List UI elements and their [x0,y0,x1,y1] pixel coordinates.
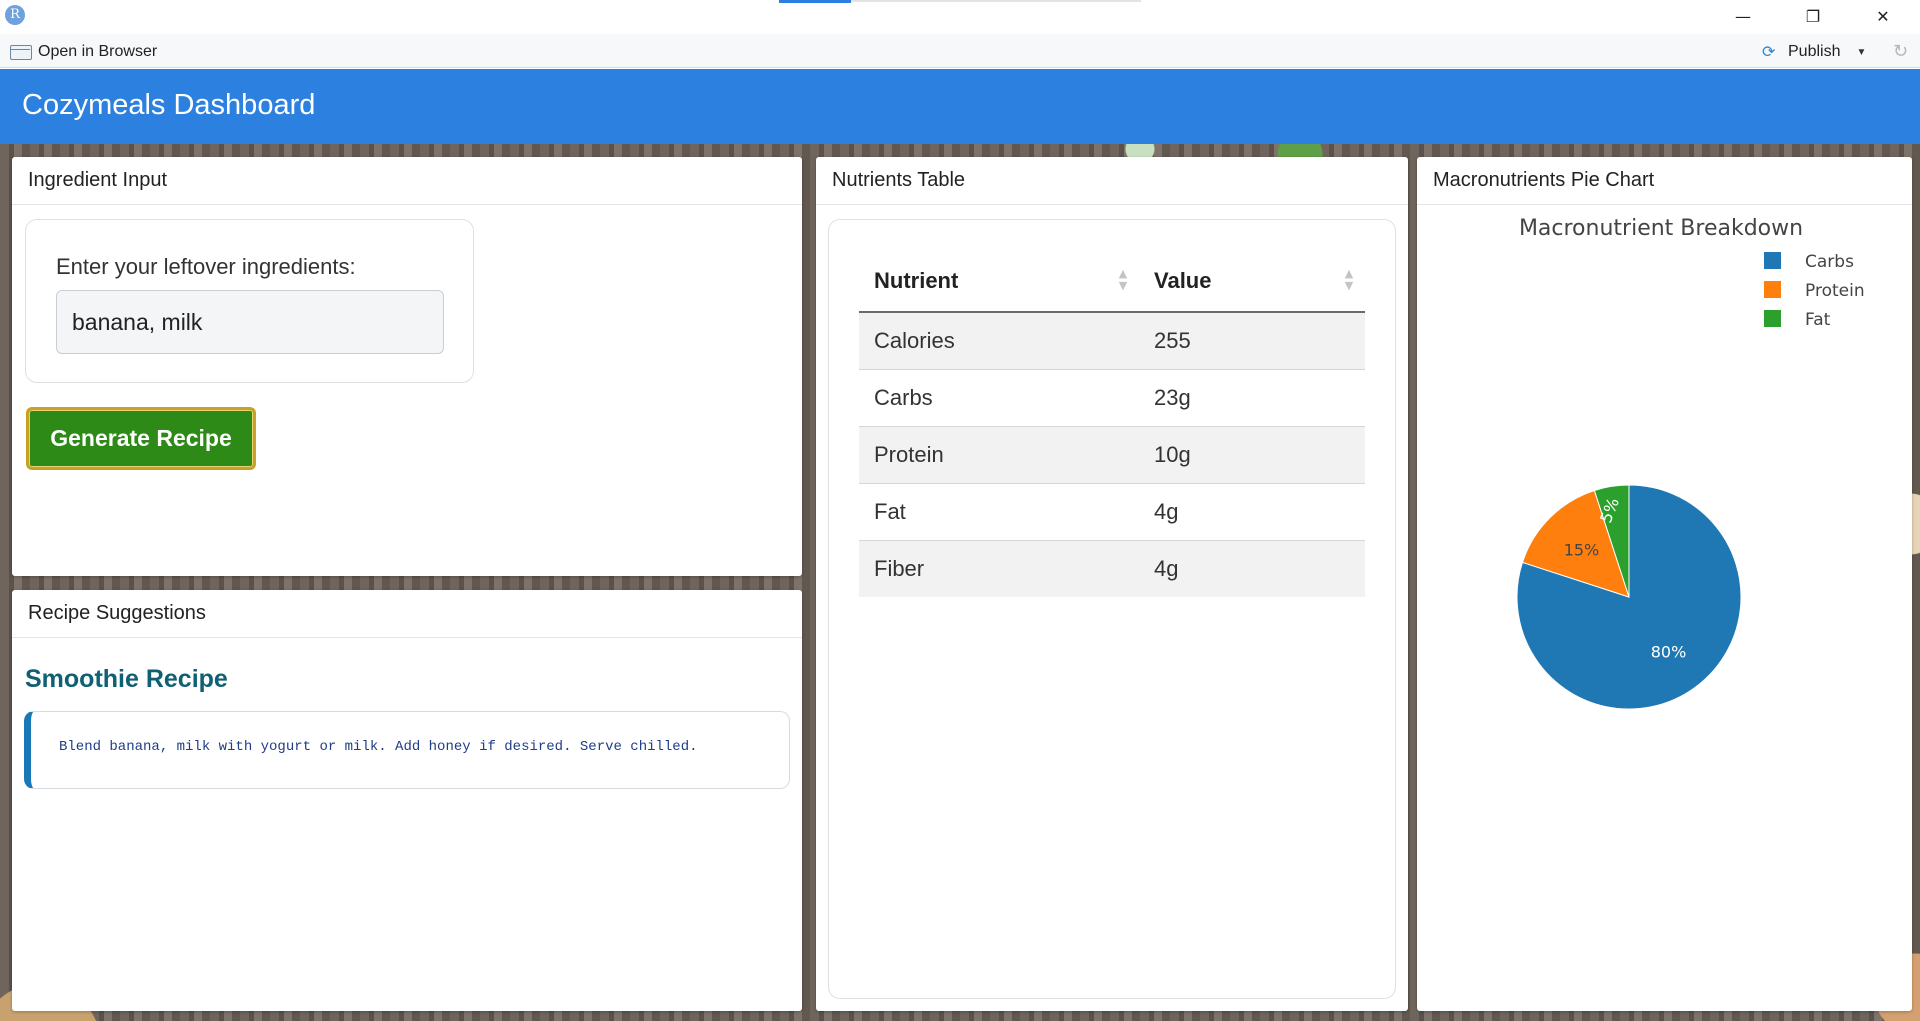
app-header: Cozymeals Dashboard [0,69,1920,144]
minimize-icon[interactable]: — [1718,2,1768,32]
close-icon[interactable]: ✕ [1858,2,1908,32]
ingredient-input-well: Enter your leftover ingredients: [25,219,474,383]
table-cell: 23g [1139,369,1365,427]
open-in-browser-label: Open in Browser [38,43,158,60]
slice-label-carbs: 80% [1651,642,1687,661]
table-cell: Calories [859,312,1139,370]
legend-swatch-carbs[interactable] [1764,252,1781,269]
recipe-text-box: Blend banana, milk with yogurt or milk. … [24,711,790,789]
table-cell: 4g [1139,483,1365,541]
table-cell: Protein [859,426,1139,484]
sort-icon[interactable]: ▲ ▼ [1117,268,1129,294]
nutrients-table-well: Nutrient ▲ ▼ Value ▲ ▼ Calories 255 Carbs … [828,219,1396,999]
legend-label-fat[interactable]: Fat [1805,310,1831,330]
table-row: Fat 4g [859,483,1365,541]
macronutrient-pie-chart: Macronutrient Breakdown CarbsProteinFat … [1516,216,1865,710]
slice-label-protein: 15% [1564,540,1600,559]
table-cell: 10g [1139,426,1365,484]
chevron-down-icon[interactable]: ▼ [1856,47,1866,58]
table-cell: 4g [1139,540,1365,597]
r-app-icon: R [5,5,25,25]
table-cell: Fiber [859,540,1139,597]
generate-recipe-button[interactable]: Generate Recipe [26,407,256,470]
browser-icon [10,44,32,60]
macronutrients-chart-card: Macronutrients Pie Chart Macronutrient B… [1417,157,1912,1011]
column-header-value[interactable]: Value ▲ ▼ [1139,250,1365,313]
open-in-browser-button[interactable]: Open in Browser [10,43,157,61]
legend-label-protein[interactable]: Protein [1805,281,1865,301]
publish-button[interactable]: ⟳ Publish ▼ [1762,43,1866,61]
active-tab-indicator[interactable] [779,0,851,3]
table-row: Calories 255 [859,312,1365,370]
recipe-instructions: Blend banana, milk with yogurt or milk. … [59,739,698,755]
table-row: Protein 10g [859,426,1365,484]
column-header-label: Nutrient [874,267,959,293]
table-row: Fiber 4g [859,540,1365,597]
ingredient-input-card-title: Ingredient Input [12,157,802,205]
publish-icon: ⟳ [1762,42,1776,61]
pie-slices [1516,484,1742,710]
nutrients-table: Nutrient ▲ ▼ Value ▲ ▼ Calories 255 Carbs … [859,250,1365,597]
macronutrients-chart-card-title: Macronutrients Pie Chart [1417,157,1912,205]
chart-legend: Carbs Protein Fat [1764,252,1865,330]
column-header-nutrient[interactable]: Nutrient ▲ ▼ [859,250,1139,313]
table-header-row: Nutrient ▲ ▼ Value ▲ ▼ [859,250,1365,313]
recipe-suggestions-card: Recipe Suggestions Smoothie Recipe Blend… [12,590,802,1011]
legend-label-carbs[interactable]: Carbs [1805,252,1854,272]
table-cell: Carbs [859,369,1139,427]
ingredient-input-card: Ingredient Input Enter your leftover ing… [12,157,802,576]
legend-swatch-fat[interactable] [1764,310,1781,327]
nutrients-table-card: Nutrients Table Nutrient ▲ ▼ Value ▲ ▼ Cal… [816,157,1408,1011]
column-header-label: Value [1154,267,1212,293]
ingredients-input[interactable] [56,290,444,354]
recipe-suggestions-card-title: Recipe Suggestions [12,590,802,638]
legend-swatch-protein[interactable] [1764,281,1781,298]
window-titlebar: R — ❐ ✕ [0,0,1920,34]
sort-icon[interactable]: ▲ ▼ [1343,268,1355,294]
nutrients-table-card-title: Nutrients Table [816,157,1408,205]
restore-icon[interactable]: ❐ [1788,2,1838,32]
table-row: Carbs 23g [859,369,1365,427]
viewer-toolbar: Open in Browser ⟳ Publish ▼ ↻ [0,34,1920,68]
tab-strip [851,0,1141,2]
dashboard-title: Cozymeals Dashboard [22,89,316,121]
table-cell: 255 [1139,312,1365,370]
ingredients-label: Enter your leftover ingredients: [56,254,356,279]
table-cell: Fat [859,483,1139,541]
refresh-icon[interactable]: ↻ [1893,42,1913,62]
chart-title: Macronutrient Breakdown [1519,216,1803,241]
publish-label: Publish [1788,43,1841,60]
recipe-title: Smoothie Recipe [25,665,228,693]
pie-chart-area: Macronutrient Breakdown Carbs Protein Fat … [1427,207,1902,997]
